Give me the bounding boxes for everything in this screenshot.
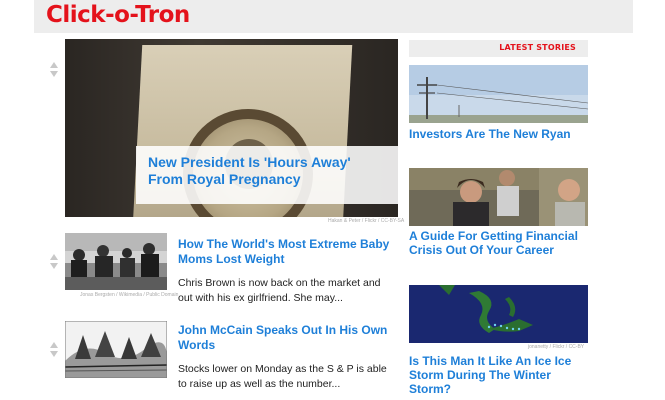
crowd-photo [65,233,167,290]
article-image-credit: Jonas Bergsten / Wikimedia / Public Doma… [80,292,179,298]
vote-down-icon[interactable] [50,263,58,269]
article-title[interactable]: How The World's Most Extreme Baby Moms L… [178,237,398,267]
satellite-map-photo [409,285,588,343]
hero-article[interactable]: New President Is 'Hours Away' From Royal… [65,39,398,217]
article-vote-controls [49,254,59,272]
latest-stories-header: LATEST STORIES [409,40,588,57]
story-thumbnail[interactable] [409,65,588,123]
story-image-credit: jonanetty / Flickr / CC-BY [528,344,585,350]
story-title[interactable]: A Guide For Getting Financial Crisis Out… [409,229,589,257]
power-line-photo [409,65,588,123]
story-title[interactable]: Investors Are The New Ryan [409,127,589,141]
vote-up-icon[interactable] [50,342,58,348]
story-thumbnail[interactable] [409,168,588,226]
hero-title[interactable]: New President Is 'Hours Away' From Royal… [148,154,386,188]
article-thumbnail[interactable] [65,321,167,378]
vote-down-icon[interactable] [50,351,58,357]
hero-vote-controls [49,62,59,80]
story-thumbnail[interactable] [409,285,588,343]
article-title[interactable]: John McCain Speaks Out In His Own Words [178,323,398,353]
vote-up-icon[interactable] [50,62,58,68]
article-vote-controls [49,342,59,360]
story-title[interactable]: Is This Man It Like An Ice Ice Storm Dur… [409,354,589,396]
article-summary: Chris Brown is now back on the market an… [178,277,381,304]
site-header: Click-o-Tron [34,0,633,33]
article-summary: Stocks lower on Monday as the S & P is a… [178,363,387,390]
vote-down-icon[interactable] [50,71,58,77]
people-photo [409,168,588,226]
article-thumbnail[interactable] [65,233,167,290]
hero-caption[interactable]: New President Is 'Hours Away' From Royal… [136,146,398,204]
latest-stories-label: LATEST STORIES [499,43,576,52]
vote-up-icon[interactable] [50,254,58,260]
hero-image-credit: Hakan & Peter / Flickr / CC-BY-SA [328,218,405,224]
site-logo[interactable]: Click-o-Tron [46,2,190,28]
engraving-illustration [65,321,167,378]
